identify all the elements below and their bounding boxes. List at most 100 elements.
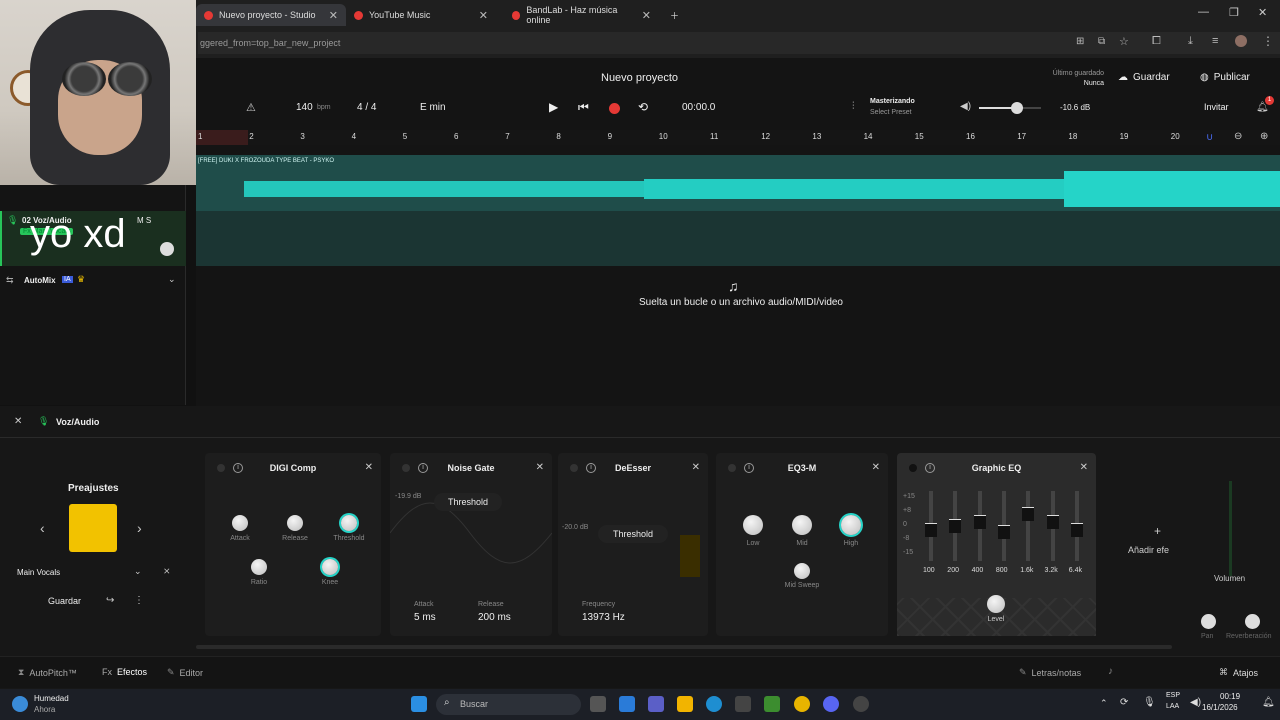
metronome-icon[interactable]: ⚠: [246, 101, 256, 114]
share-icon[interactable]: ↪: [106, 595, 114, 606]
loop-icon[interactable]: ⟲: [638, 100, 648, 114]
attack-knob[interactable]: [232, 515, 248, 531]
task-view-icon[interactable]: [590, 696, 606, 712]
zoom-out-icon[interactable]: ⊖: [1234, 131, 1242, 142]
microphone-icon[interactable]: 🎙︎: [1143, 697, 1156, 708]
param-select[interactable]: Threshold: [434, 493, 502, 511]
rewind-icon[interactable]: ⏮: [578, 100, 589, 115]
teams-icon[interactable]: [648, 696, 664, 712]
reverb-knob[interactable]: [1245, 614, 1260, 629]
eq-band-thumb[interactable]: [973, 515, 986, 529]
effects-tab[interactable]: Fx Efectos: [102, 667, 147, 677]
automix-row[interactable]: ⇆ AutoMix IA ♛ ⌄: [0, 271, 186, 291]
plugin-digi-comp[interactable]: i DIGI Comp ✕ Attack Release Threshold R…: [205, 453, 381, 636]
file-explorer-icon[interactable]: [677, 696, 693, 712]
chevron-right-icon[interactable]: ›: [137, 520, 142, 536]
knee-knob[interactable]: [322, 559, 338, 575]
fx-scrollbar[interactable]: [196, 645, 1172, 649]
play-icon[interactable]: ▶: [549, 100, 558, 114]
install-icon[interactable]: ⧉: [1098, 36, 1105, 47]
preset-thumbnail[interactable]: [69, 504, 117, 552]
close-icon[interactable]: ✕: [1080, 462, 1088, 473]
release-knob[interactable]: [287, 515, 303, 531]
windows-start-icon[interactable]: [411, 696, 427, 712]
search-box[interactable]: ⌕ Buscar: [436, 694, 581, 715]
notifications-icon[interactable]: 🔔︎: [1262, 697, 1275, 708]
translate-icon[interactable]: ⊞: [1076, 36, 1084, 47]
remove-fx-icon[interactable]: ⨯: [163, 566, 171, 577]
timeline-ruler[interactable]: ∪ ⊖ ⊕ 1 2 3 4 5 6 7 8 9 10 11 12 13 14 15 16 17 18 19 20: [196, 130, 1280, 145]
volume-meter[interactable]: [1229, 481, 1232, 576]
close-icon[interactable]: ✕: [642, 9, 651, 22]
master-volume-thumb[interactable]: [1011, 102, 1024, 114]
frequency-value[interactable]: 13973 Hz: [582, 612, 625, 623]
clock-time[interactable]: 00:19: [1220, 692, 1240, 701]
mid-knob[interactable]: [792, 515, 812, 535]
chevron-down-icon[interactable]: ⌄: [134, 566, 142, 577]
weather-icon[interactable]: [12, 696, 28, 712]
autopitch-button[interactable]: ⧗ AutoPitch™: [18, 667, 77, 678]
chrome-icon[interactable]: [794, 696, 810, 712]
track-lane-voice[interactable]: [196, 211, 1280, 266]
layout-code[interactable]: LAA: [1166, 703, 1179, 710]
mid-sweep-knob[interactable]: [794, 563, 810, 579]
magnet-icon[interactable]: ∪: [1206, 132, 1213, 143]
eq-band-thumb[interactable]: [1022, 507, 1035, 521]
add-effect-button[interactable]: Añadir efe: [1128, 545, 1169, 555]
shortcuts-button[interactable]: ⌘ Atajos: [1219, 667, 1258, 678]
track-lane-beat[interactable]: [FREE] DUKI X FROZOUDA TYPE BEAT - PSYKO: [196, 155, 1280, 211]
eq-band-thumb[interactable]: [949, 519, 962, 533]
browser-menu-icon[interactable]: ⋮: [1262, 34, 1274, 48]
minimize-icon[interactable]: —: [1198, 6, 1209, 18]
preset-name[interactable]: Main Vocals: [17, 568, 60, 577]
extensions-icon[interactable]: ⧠: [1152, 35, 1161, 48]
threshold-knob[interactable]: [341, 515, 357, 531]
ratio-knob[interactable]: [251, 559, 267, 575]
bookmark-star-icon[interactable]: ☆: [1119, 35, 1129, 48]
plugin-deesser[interactable]: i DeEsser ✕ -20.0 dB Threshold Frequency…: [558, 453, 708, 636]
volume-icon[interactable]: ◀): [1190, 697, 1201, 708]
time-signature[interactable]: 4 / 4: [357, 102, 376, 113]
save-button[interactable]: ☁ Guardar: [1118, 72, 1170, 83]
close-icon[interactable]: ✕: [872, 462, 880, 473]
publish-button[interactable]: ◍ Publicar: [1200, 72, 1250, 83]
media-icon[interactable]: ≡: [1212, 35, 1218, 47]
eq-band-slider[interactable]: [1026, 491, 1031, 561]
loop-region[interactable]: [196, 130, 248, 145]
tab-bandlab[interactable]: BandLab - Haz música online ✕: [504, 4, 659, 26]
level-knob[interactable]: [987, 595, 1005, 613]
project-title[interactable]: Nuevo proyecto: [601, 72, 678, 84]
close-panel-icon[interactable]: ✕: [14, 416, 22, 427]
attack-value[interactable]: 5 ms: [414, 612, 436, 623]
record-button[interactable]: [609, 103, 620, 114]
clock-date[interactable]: 16/1/2026: [1202, 703, 1238, 712]
chevron-left-icon[interactable]: ‹: [40, 520, 45, 536]
release-value[interactable]: 200 ms: [478, 612, 511, 623]
store-icon[interactable]: [735, 696, 751, 712]
tempo-value[interactable]: 140: [296, 102, 313, 113]
zoom-in-icon[interactable]: ⊕: [1260, 131, 1268, 142]
speaker-icon[interactable]: ◀): [960, 101, 971, 112]
low-knob[interactable]: [743, 515, 763, 535]
outlook-icon[interactable]: [619, 696, 635, 712]
mastering-preset[interactable]: Select Preset: [870, 109, 912, 116]
mute-solo[interactable]: M S: [137, 216, 151, 225]
edge-icon[interactable]: [706, 696, 722, 712]
close-icon[interactable]: ✕: [329, 9, 338, 22]
eq-band-thumb[interactable]: [1070, 523, 1083, 537]
tuner-icon[interactable]: ♪: [1108, 666, 1113, 677]
editor-tab[interactable]: ✎ Editor: [167, 667, 203, 678]
key-value[interactable]: E min: [420, 102, 446, 113]
steam-icon[interactable]: [853, 696, 869, 712]
address-bar[interactable]: ggered_from=top_bar_new_project: [198, 32, 1280, 54]
lyrics-button[interactable]: ✎ Letras/notas: [1019, 667, 1081, 678]
close-icon[interactable]: ✕: [479, 9, 488, 22]
eq-band-thumb[interactable]: [925, 523, 937, 537]
param-select[interactable]: Threshold: [598, 525, 668, 543]
minecraft-icon[interactable]: [764, 696, 780, 712]
network-icon[interactable]: ⟳: [1120, 697, 1128, 708]
invite-button[interactable]: Invitar: [1204, 102, 1229, 112]
save-preset-button[interactable]: Guardar: [48, 596, 81, 606]
tab-youtube-music[interactable]: YouTube Music ✕: [346, 4, 496, 26]
close-icon[interactable]: ✕: [536, 462, 544, 473]
